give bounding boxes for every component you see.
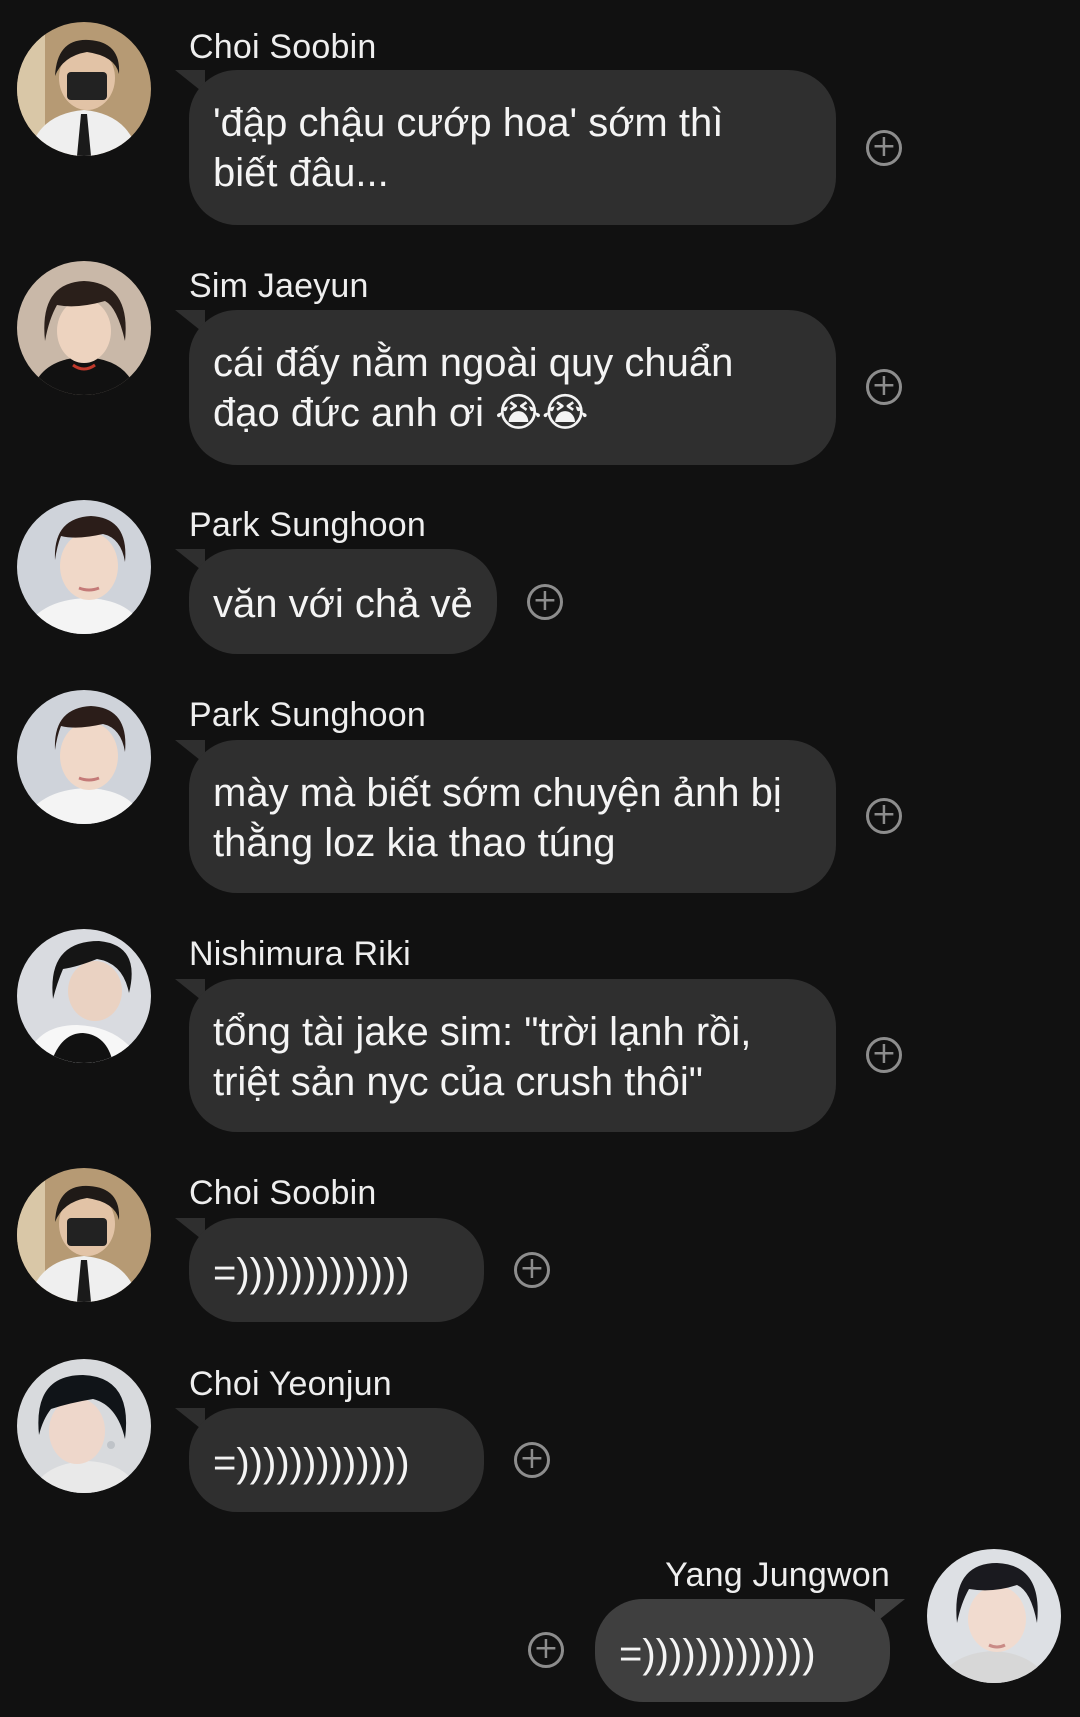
add-reaction-icon[interactable]: + xyxy=(866,130,902,166)
avatar[interactable] xyxy=(17,261,151,395)
sender-name: Sim Jaeyun xyxy=(189,267,369,305)
message-bubble[interactable]: văn với chả vẻ xyxy=(189,549,497,654)
message-text-line: triệt sản nyc của crush thôi" xyxy=(213,1060,703,1104)
sender-name: Choi Yeonjun xyxy=(189,1365,392,1403)
sender-name: Park Sunghoon xyxy=(189,506,426,544)
avatar[interactable] xyxy=(17,1168,151,1302)
sender-name: Choi Soobin xyxy=(189,1174,377,1212)
message-bubble[interactable]: =))))))))))))) xyxy=(189,1218,484,1322)
add-reaction-icon[interactable]: + xyxy=(866,798,902,834)
message-text-line: biết đâu... xyxy=(213,151,389,195)
message-text-line: =))))))))))))) xyxy=(213,1251,410,1295)
add-reaction-icon[interactable]: + xyxy=(866,1037,902,1073)
message-text-line: cái đấy nằm ngoài quy chuẩn xyxy=(213,341,734,385)
add-reaction-icon[interactable]: + xyxy=(514,1442,550,1478)
sender-name: Park Sunghoon xyxy=(189,696,426,734)
add-reaction-icon[interactable]: + xyxy=(527,584,563,620)
message-text-line: đạo đức anh ơi 😭😭 xyxy=(213,391,589,435)
avatar[interactable] xyxy=(17,1359,151,1493)
message-bubble[interactable]: 'đập chậu cướp hoa' sớm thì biết đâu... xyxy=(189,70,836,225)
message-text-line: 'đập chậu cướp hoa' sớm thì xyxy=(213,101,724,145)
message-text-line: tổng tài jake sim: "trời lạnh rồi, xyxy=(213,1010,752,1054)
message-bubble[interactable]: cái đấy nằm ngoài quy chuẩn đạo đức anh … xyxy=(189,310,836,465)
avatar[interactable] xyxy=(927,1549,1061,1683)
message-bubble[interactable]: tổng tài jake sim: "trời lạnh rồi, triệt… xyxy=(189,979,836,1132)
add-reaction-icon[interactable]: + xyxy=(866,369,902,405)
message-text-line: =))))))))))))) xyxy=(213,1441,410,1485)
add-reaction-icon[interactable]: + xyxy=(528,1632,564,1668)
message-bubble[interactable]: mày mà biết sớm chuyện ảnh bị thằng loz … xyxy=(189,740,836,893)
avatar[interactable] xyxy=(17,929,151,1063)
sender-name: Choi Soobin xyxy=(189,28,377,66)
message-bubble[interactable]: =))))))))))))) xyxy=(595,1599,890,1702)
message-text-line: mày mà biết sớm chuyện ảnh bị xyxy=(213,771,782,815)
message-text-line: văn với chả vẻ xyxy=(213,582,473,626)
avatar[interactable] xyxy=(17,500,151,634)
message-bubble[interactable]: =))))))))))))) xyxy=(189,1408,484,1512)
avatar[interactable] xyxy=(17,22,151,156)
avatar[interactable] xyxy=(17,690,151,824)
message-text-line: =))))))))))))) xyxy=(619,1632,816,1676)
add-reaction-icon[interactable]: + xyxy=(514,1252,550,1288)
sender-name: Yang Jungwon xyxy=(665,1556,890,1594)
sender-name: Nishimura Riki xyxy=(189,935,411,973)
message-text-line: thằng loz kia thao túng xyxy=(213,821,616,865)
